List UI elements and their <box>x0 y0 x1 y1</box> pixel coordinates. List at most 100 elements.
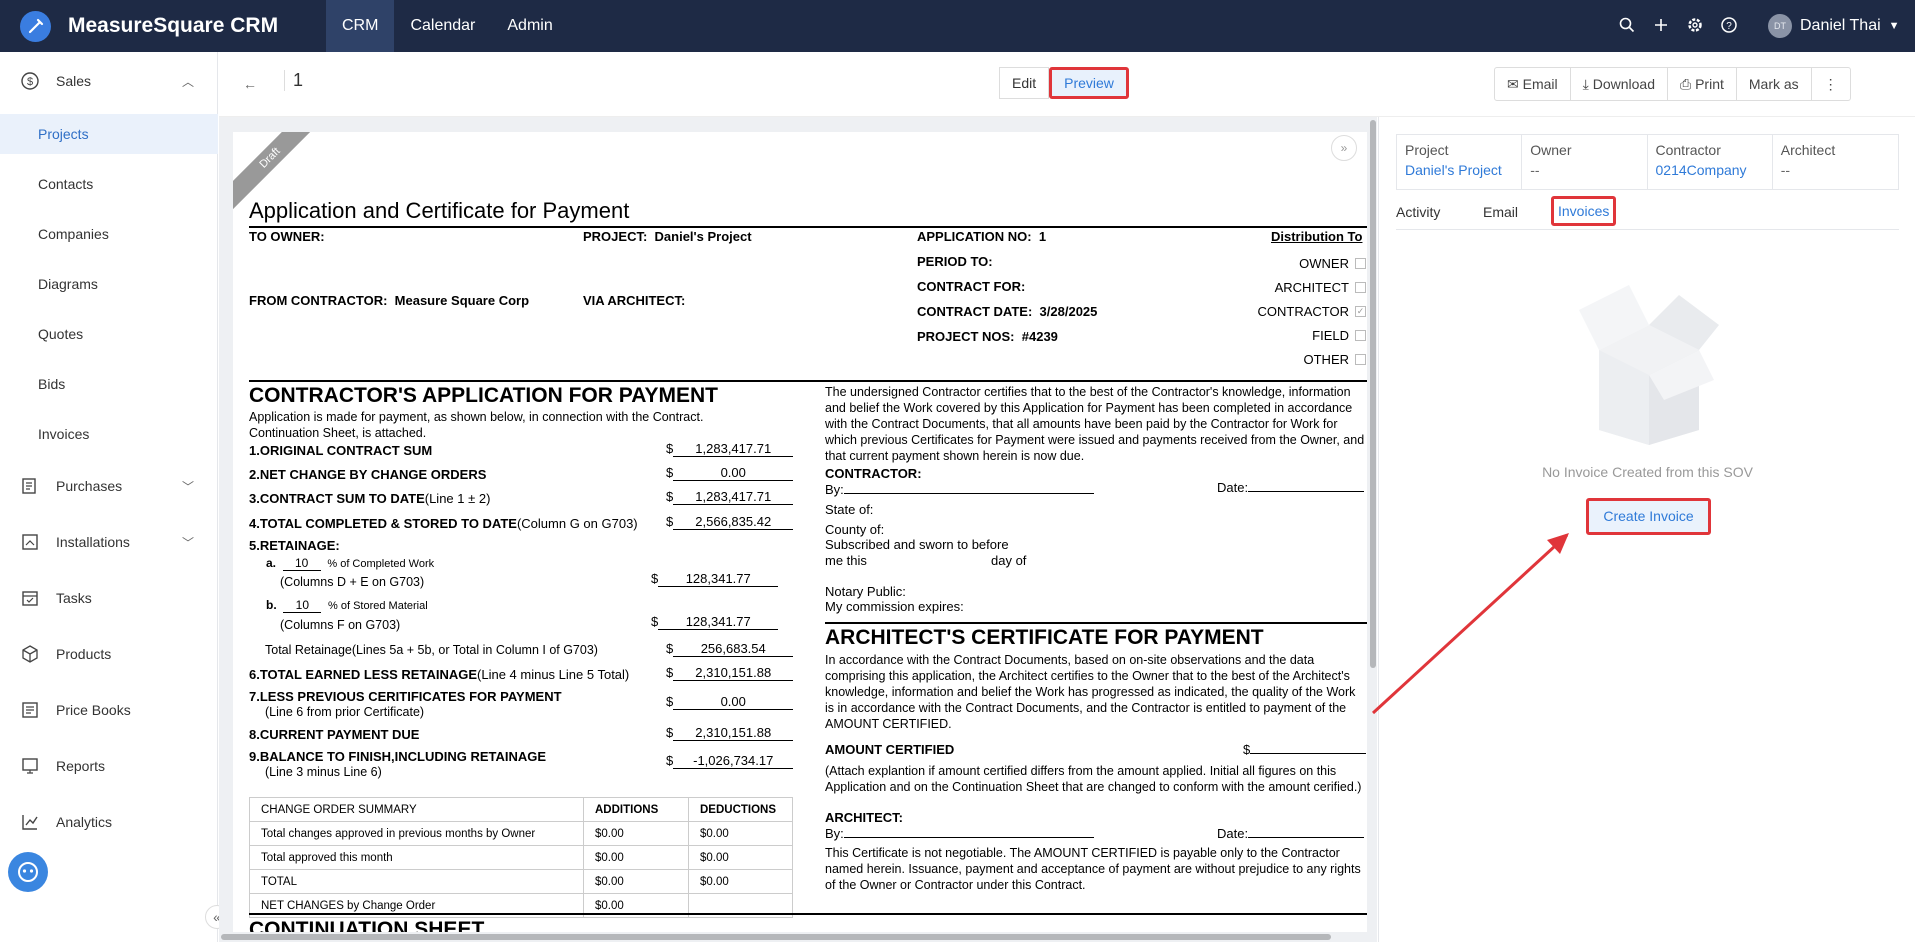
sidebar-group-price-books[interactable]: Price Books <box>0 690 218 730</box>
nav-calendar[interactable]: Calendar <box>394 0 491 52</box>
table-row: Total approved this month $0.00 $0.00 <box>249 845 793 870</box>
back-arrow-icon[interactable]: ← <box>243 76 257 92</box>
top-nav: CRM Calendar Admin <box>326 0 569 52</box>
empty-state-text: No Invoice Created from this SOV <box>1542 464 1753 480</box>
logo-icon[interactable] <box>20 11 51 42</box>
sidebar-group-label: Installations <box>56 534 130 550</box>
print-button[interactable]: ⎙ Print <box>1668 68 1737 100</box>
table-header: ADDITIONS <box>583 797 689 822</box>
owner-checkbox[interactable] <box>1355 258 1366 269</box>
sidebar-group-products[interactable]: Products <box>0 634 218 674</box>
sidebar-item-companies[interactable]: Companies <box>0 214 218 254</box>
assistant-icon[interactable] <box>8 852 48 892</box>
mark-as-button[interactable]: Mark as <box>1737 68 1812 100</box>
nav-admin[interactable]: Admin <box>491 0 568 52</box>
chevron-down-icon: ﹀ <box>182 479 195 494</box>
contractor-date-line: Date: <box>1217 480 1365 495</box>
info-architect: Architect -- <box>1773 135 1898 189</box>
line3-amount: $1,283,417.71 <box>666 489 794 505</box>
sidebar-item-quotes[interactable]: Quotes <box>0 314 218 354</box>
line2-label: 2.NET CHANGE BY CHANGE ORDERS <box>249 467 487 482</box>
edit-button[interactable]: Edit <box>999 67 1050 99</box>
line8-label: 8.CURRENT PAYMENT DUE <box>249 727 420 742</box>
sidebar-group-tasks[interactable]: Tasks <box>0 578 218 618</box>
table-header: DEDUCTIONS <box>688 797 793 822</box>
help-icon[interactable]: ? <box>1720 16 1738 34</box>
info-project: Project Daniel's Project <box>1397 135 1523 189</box>
owner-value: -- <box>1530 162 1540 178</box>
gear-icon[interactable] <box>1686 16 1704 34</box>
change-order-summary-table: CHANGE ORDER SUMMARY ADDITIONS DEDUCTION… <box>249 797 793 918</box>
reports-icon <box>20 756 40 776</box>
sidebar-group-installations[interactable]: Installations ﹀ <box>0 522 218 562</box>
brand-name[interactable]: MeasureSquare CRM <box>68 14 278 38</box>
sidebar-item-contacts[interactable]: Contacts <box>0 164 218 204</box>
line5b-amount: $128,341.77 <box>651 614 779 630</box>
distribution-heading: Distribution To <box>1271 229 1363 244</box>
line9-sub: (Line 3 minus Line 6) <box>265 765 382 779</box>
sidebar-group-label: Purchases <box>56 478 123 494</box>
more-options-icon[interactable]: ⋮ <box>1812 68 1850 100</box>
sidebar-item-bids[interactable]: Bids <box>0 364 218 404</box>
email-button[interactable]: ✉ Email <box>1495 68 1571 100</box>
line9-label: 9.BALANCE TO FINISH,INCLUDING RETAINAGE <box>249 749 547 764</box>
search-icon[interactable] <box>1618 16 1636 34</box>
line1-amount: $1,283,417.71 <box>666 441 794 457</box>
from-contractor-field: FROM CONTRACTOR: Measure Square Corp <box>249 293 530 308</box>
info-label: Contractor <box>1655 142 1721 158</box>
distribution-other-label: OTHER <box>1303 352 1350 367</box>
info-label: Owner <box>1530 142 1572 158</box>
commission-label: My commission expires: <box>825 599 964 614</box>
sidebar-item-invoices[interactable]: Invoices <box>0 414 218 454</box>
architect-label: ARCHITECT: <box>825 810 903 825</box>
plus-icon[interactable] <box>1652 16 1670 34</box>
doc-header: ← 1 Edit Preview ✉ Email ⤓ Download ⎙ Pr… <box>219 52 1915 117</box>
sidebar-group-purchases[interactable]: Purchases ﹀ <box>0 466 218 506</box>
create-invoice-button[interactable]: Create Invoice <box>1586 498 1711 535</box>
line5a-amount: $128,341.77 <box>651 571 779 587</box>
project-nos-field: PROJECT NOS: #4239 <box>917 329 1058 344</box>
horizontal-scrollbar[interactable] <box>221 934 1331 940</box>
table-cell: $0.00 <box>688 869 793 894</box>
sidebar-item-diagrams[interactable]: Diagrams <box>0 264 218 304</box>
sidebar-group-analytics[interactable]: Analytics <box>0 802 218 842</box>
info-owner: Owner -- <box>1522 135 1648 189</box>
table-cell: $0.00 <box>688 845 793 870</box>
user-menu[interactable]: DT Daniel Thai ▼ <box>1768 14 1900 38</box>
nav-crm[interactable]: CRM <box>326 0 395 52</box>
expand-panel-icon[interactable]: » <box>1331 135 1357 161</box>
other-checkbox[interactable] <box>1355 354 1366 365</box>
line6-amount: $2,310,151.88 <box>666 665 794 681</box>
sidebar: $ Sales ︿ Projects Contacts Companies Di… <box>0 52 218 942</box>
contractor-link[interactable]: 0214Company <box>1656 162 1764 178</box>
architect-by-line: By: <box>825 826 1094 841</box>
distribution-field-label: FIELD <box>1312 328 1349 343</box>
analytics-icon <box>20 812 40 832</box>
architect-checkbox[interactable] <box>1355 282 1366 293</box>
right-tabs: Activity Email Invoices <box>1396 196 1899 230</box>
line5b-sub: (Columns F on G703) <box>280 618 401 632</box>
contractor-checkbox[interactable]: ✓ <box>1355 306 1366 317</box>
vertical-scrollbar[interactable] <box>1370 120 1376 668</box>
installations-icon <box>20 532 40 552</box>
tab-activity[interactable]: Activity <box>1396 204 1440 220</box>
tab-invoices[interactable]: Invoices <box>1551 196 1617 226</box>
sidebar-group-reports[interactable]: Reports <box>0 746 218 786</box>
continuation-title: CONTINUATION SHEET <box>249 918 485 932</box>
distribution-owner-label: OWNER <box>1299 256 1349 271</box>
via-architect-label: VIA ARCHITECT: <box>583 293 686 308</box>
sidebar-group-sales[interactable]: $ Sales ︿ <box>0 61 218 101</box>
field-checkbox[interactable] <box>1355 330 1366 341</box>
download-button[interactable]: ⤓ Download <box>1571 68 1668 100</box>
sidebar-item-projects[interactable]: Projects <box>0 114 218 154</box>
architect-value: -- <box>1780 162 1791 178</box>
user-name: Daniel Thai <box>1800 17 1881 34</box>
amount-certified-label: AMOUNT CERTIFIED <box>825 742 955 757</box>
info-contractor: Contractor 0214Company <box>1648 135 1773 189</box>
project-link[interactable]: Daniel's Project <box>1405 162 1513 178</box>
preview-button[interactable]: Preview <box>1049 67 1129 99</box>
table-cell: Total approved this month <box>249 845 584 870</box>
tab-email[interactable]: Email <box>1483 204 1518 220</box>
certify-text: The undersigned Contractor certifies tha… <box>825 385 1365 463</box>
divider <box>825 622 1367 624</box>
